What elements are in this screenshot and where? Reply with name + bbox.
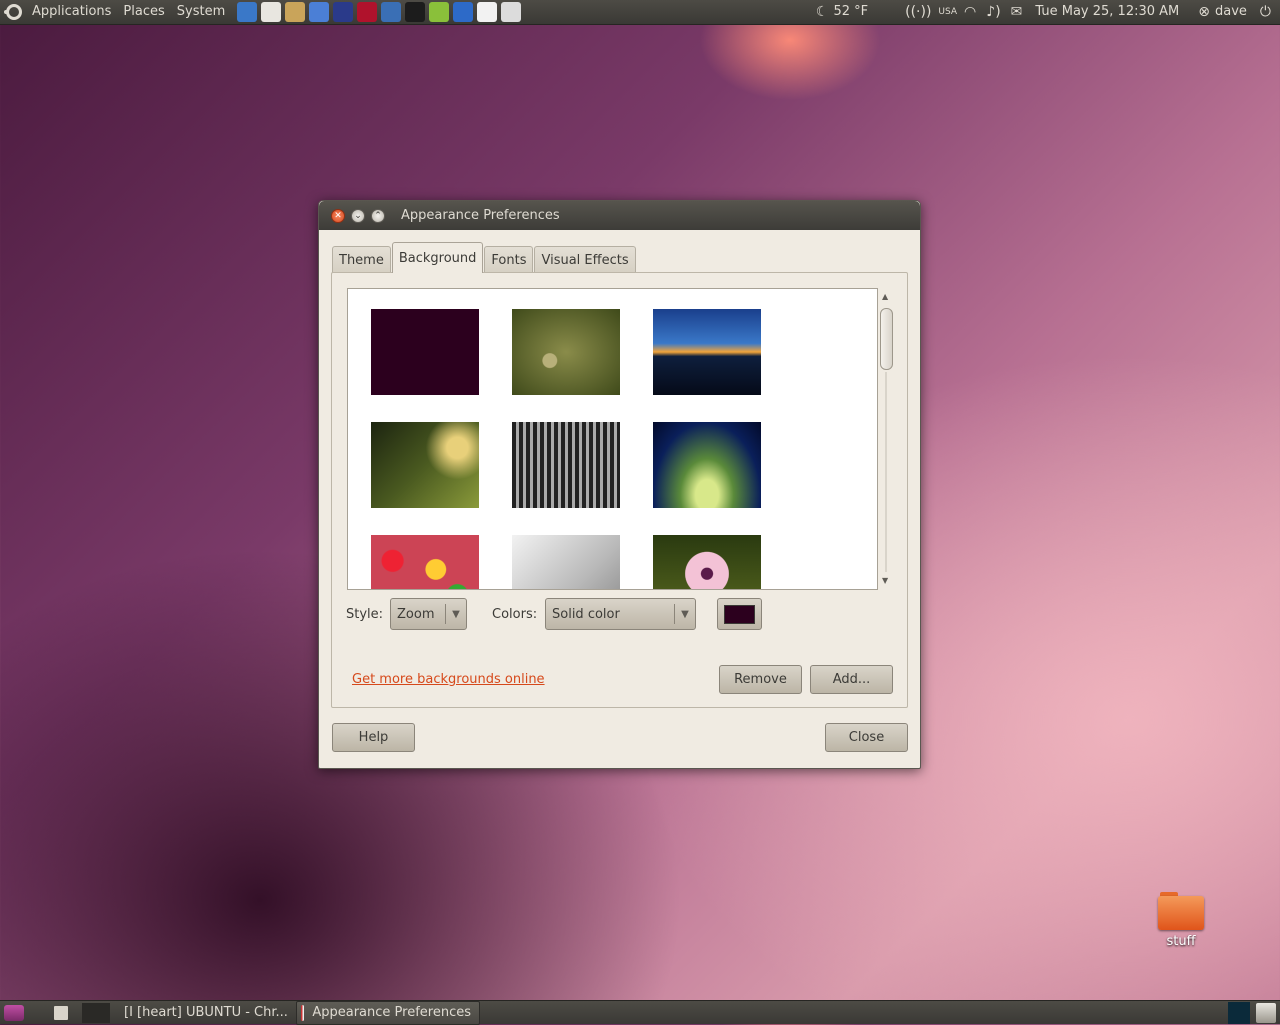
keyboard-layout-indicator[interactable]: USA bbox=[936, 7, 959, 17]
help-button[interactable]: Help bbox=[332, 723, 415, 752]
show-desktop-icon[interactable] bbox=[4, 1004, 24, 1021]
user-status-icon: ⊗ bbox=[1198, 4, 1210, 20]
wine-icon[interactable] bbox=[429, 2, 450, 22]
wallpaper-thumb-bird-on-branch[interactable] bbox=[512, 309, 620, 395]
terminal-icon[interactable] bbox=[405, 2, 426, 22]
screen-icon[interactable] bbox=[453, 2, 474, 22]
wallpaper-thumb-sunset-over-water[interactable] bbox=[653, 309, 761, 395]
wifi-icon[interactable]: ◠ bbox=[959, 0, 981, 24]
appearance-preferences-dialog: ✕ ⌄ ⌃ Appearance Preferences Theme Backg… bbox=[318, 200, 921, 769]
workspace-area[interactable] bbox=[82, 1002, 110, 1023]
taskbar-item-label: Appearance Preferences bbox=[312, 1005, 471, 1020]
chevron-down-icon: ▼ bbox=[681, 608, 689, 620]
desktop-folder-label: stuff bbox=[1166, 934, 1196, 949]
ubuntu-logo-icon[interactable] bbox=[4, 4, 22, 20]
mail-icon[interactable] bbox=[261, 2, 282, 22]
system-monitor-icon[interactable] bbox=[1228, 1001, 1250, 1024]
taskbar-item-label: [I [heart] UBUNTU - Chr... bbox=[124, 1005, 288, 1020]
folder-icon bbox=[1158, 890, 1204, 930]
colors-combo[interactable]: Solid color ▼ bbox=[545, 598, 696, 630]
bottom-panel: [I [heart] UBUNTU - Chr... Appearance Pr… bbox=[0, 1000, 1280, 1025]
wallpaper-thumb-solid-aubergine[interactable] bbox=[371, 309, 479, 395]
network-icon[interactable] bbox=[309, 2, 330, 22]
colors-combo-value: Solid color bbox=[552, 606, 620, 622]
firefox-icon[interactable] bbox=[381, 2, 402, 22]
power-icon[interactable]: ⏻ bbox=[1255, 0, 1276, 24]
wallpaper-thumb-blue-green-light-rays[interactable] bbox=[653, 422, 761, 508]
wallpaper-thumb-silver-metal[interactable] bbox=[512, 535, 620, 589]
menu-places[interactable]: Places bbox=[117, 0, 170, 24]
route66-icon[interactable] bbox=[477, 2, 498, 22]
clock[interactable]: Tue May 25, 12:30 AM bbox=[1027, 0, 1187, 24]
chromium-icon[interactable] bbox=[237, 2, 258, 22]
tab-bar: Theme Background Fonts Visual Effects bbox=[332, 242, 637, 273]
style-combo-value: Zoom bbox=[397, 606, 435, 622]
wallpaper-list-scrollbar[interactable]: ▲ ▼ bbox=[878, 288, 895, 590]
add-button[interactable]: Add... bbox=[810, 665, 893, 694]
volume-icon[interactable]: ♪) bbox=[981, 0, 1005, 24]
get-more-backgrounds-link[interactable]: Get more backgrounds online bbox=[352, 672, 545, 687]
user-name[interactable]: dave bbox=[1215, 0, 1255, 24]
tab-visual-effects[interactable]: Visual Effects bbox=[534, 246, 636, 273]
remove-button[interactable]: Remove bbox=[719, 665, 802, 694]
system-tray: ☾ 52 °F ((·)) USA ◠ ♪) ✉ Tue May 25, 12:… bbox=[811, 0, 1280, 24]
background-tab-page: ▲ ▼ Style: Zoom ▼ Colors: Solid color ▼ … bbox=[331, 272, 908, 708]
scroll-down-arrow-icon[interactable]: ▼ bbox=[882, 576, 888, 585]
close-window-icon[interactable]: ✕ bbox=[331, 208, 345, 223]
workspace-switcher-icon[interactable] bbox=[54, 1005, 68, 1020]
appearance-icon bbox=[301, 1004, 305, 1021]
titlebar[interactable]: ✕ ⌄ ⌃ Appearance Preferences bbox=[319, 201, 920, 230]
trash-icon[interactable] bbox=[1256, 1002, 1276, 1023]
mail-indicator-icon[interactable]: ✉ bbox=[1006, 0, 1028, 24]
wallpaper-thumb-pink-daisy[interactable] bbox=[653, 535, 761, 589]
wallpaper-list[interactable] bbox=[347, 288, 878, 590]
wallpaper-thumb-classic-car-grille[interactable] bbox=[512, 422, 620, 508]
tab-theme[interactable]: Theme bbox=[332, 246, 391, 273]
antenna-icon[interactable]: ((·)) bbox=[900, 0, 936, 24]
menu-applications[interactable]: Applications bbox=[26, 0, 117, 24]
desktop-folder-stuff[interactable]: stuff bbox=[1150, 890, 1212, 949]
maximize-window-icon[interactable]: ⌃ bbox=[371, 208, 385, 223]
style-label: Style: bbox=[346, 607, 384, 622]
red-app-icon[interactable] bbox=[357, 2, 378, 22]
color-swatch bbox=[724, 604, 755, 624]
dialog-title: Appearance Preferences bbox=[401, 208, 560, 223]
scrollbar-track bbox=[885, 372, 887, 572]
package-icon[interactable] bbox=[285, 2, 306, 22]
wallpaper-thumb-tree-branches[interactable] bbox=[371, 422, 479, 508]
tab-background[interactable]: Background bbox=[391, 242, 484, 273]
weather-readout[interactable]: 52 °F bbox=[833, 0, 876, 24]
colors-label: Colors: bbox=[492, 607, 538, 622]
send-icon[interactable] bbox=[501, 2, 522, 22]
minimize-window-icon[interactable]: ⌄ bbox=[351, 208, 365, 223]
taskbar-item-appearance-preferences[interactable]: Appearance Preferences bbox=[296, 1000, 480, 1025]
top-panel: Applications Places System ☾ 52 °F ((·))… bbox=[0, 0, 1280, 25]
launcher-bar bbox=[235, 2, 523, 22]
wallpaper-thumb-colorful-buttons[interactable] bbox=[371, 535, 479, 589]
moon-icon: ☾ bbox=[815, 4, 829, 20]
browser-icon[interactable] bbox=[333, 2, 354, 22]
chevron-down-icon: ▼ bbox=[452, 608, 460, 620]
close-button[interactable]: Close bbox=[825, 723, 908, 752]
style-combo[interactable]: Zoom ▼ bbox=[390, 598, 467, 630]
taskbar-item-chromium[interactable]: [I [heart] UBUNTU - Chr... bbox=[112, 1002, 294, 1024]
scrollbar-thumb[interactable] bbox=[880, 308, 893, 370]
tab-fonts[interactable]: Fonts bbox=[484, 246, 534, 273]
menu-system[interactable]: System bbox=[171, 0, 231, 24]
color-picker-button[interactable] bbox=[717, 598, 762, 630]
scroll-up-arrow-icon[interactable]: ▲ bbox=[882, 292, 888, 301]
